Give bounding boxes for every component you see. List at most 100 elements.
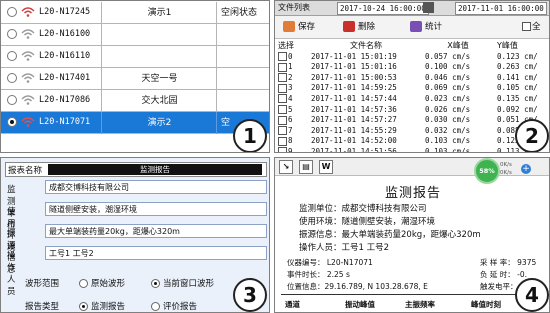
file-toolbar: 保存 删除 统计 全 <box>275 16 549 39</box>
report-line: 振源信息：最大单端装药量20kg，距爆心320m <box>299 230 481 240</box>
x-peak-cell: 0.103 cm/s <box>425 136 471 146</box>
file-name-cell: 2017-11-01 14:51:56 <box>311 146 397 153</box>
report-type-evaluate-radio[interactable]: 评价报告 <box>151 300 197 312</box>
row-checkbox[interactable] <box>278 126 287 136</box>
file-name-cell: 2017-11-01 15:01:19 <box>311 51 397 61</box>
device-radio[interactable] <box>7 29 17 39</box>
device-row[interactable]: L20-N17245 演示1 空闲状态 <box>1 2 269 24</box>
export-icon[interactable]: ↘ <box>279 160 293 174</box>
stats-icon <box>410 21 422 32</box>
row-checkbox[interactable] <box>278 94 287 104</box>
select-all-label: 全 <box>532 22 541 32</box>
device-location: 演示2 <box>101 112 217 134</box>
device-radio[interactable] <box>7 51 17 61</box>
waveform-range-label: 波形范围 <box>25 279 60 289</box>
x-peak-cell: 0.046 cm/s <box>425 72 471 82</box>
file-name-cell: 2017-11-01 14:52:00 <box>311 136 397 146</box>
stats-button[interactable]: 统计 <box>410 20 442 34</box>
date-to-input[interactable]: 2017-11-01 16:00:00 <box>455 2 547 15</box>
table-row[interactable]: 0 2017-11-01 15:01:19 0.057 cm/s 0.123 cm/ <box>275 51 549 63</box>
field-input[interactable]: 隧道侧壁安装，潮湿环境 <box>45 202 267 216</box>
row-checkbox[interactable] <box>278 73 287 83</box>
x-peak-cell: 0.069 cm/s <box>425 83 471 93</box>
device-id: L20-N16110 <box>39 51 91 61</box>
table-row[interactable]: 4 2017-11-01 14:57:44 0.023 cm/s 0.135 cm/ <box>275 94 549 105</box>
device-radio[interactable] <box>7 117 17 127</box>
radio-checked-icon <box>79 302 88 311</box>
table-row[interactable]: 72017-11-01 14:55:290.032 cm/s0.088 cm/ <box>275 126 549 137</box>
file-name-cell: 2017-11-01 15:00:53 <box>311 72 397 82</box>
waveform-window-radio[interactable]: 当前窗口波形 <box>151 277 214 289</box>
panel-number-badge: 3 <box>233 278 267 312</box>
row-checkbox[interactable] <box>278 62 287 72</box>
save-button[interactable]: 保存 <box>283 20 315 34</box>
column-header[interactable]: X峰值 <box>425 41 491 52</box>
waveform-original-radio[interactable]: 原始波形 <box>79 277 125 289</box>
panel-number-badge: 1 <box>233 119 267 152</box>
device-row[interactable]: L20-N17071 演示2 空 <box>1 112 269 134</box>
calendar-icon[interactable] <box>423 2 434 13</box>
file-name-cell: 2017-11-01 14:59:25 <box>311 83 397 93</box>
device-row[interactable]: L20-N16110 <box>1 46 269 68</box>
row-checkbox[interactable] <box>278 105 287 115</box>
sample-rate-text: 采 样 率： 9375 <box>480 258 537 267</box>
download-speed: 0K/s <box>500 170 512 176</box>
file-list-header: 文件列表 2017-10-24 16:00:00 2017-11-01 16:0… <box>275 1 549 16</box>
table-row[interactable]: 1 2017-11-01 15:01:16 0.100 cm/s 0.263 cm/ <box>275 62 549 73</box>
row-checkbox[interactable] <box>278 136 287 146</box>
device-state <box>216 68 269 90</box>
report-line: 监测单位：成都交博科技有限公司 <box>299 204 427 214</box>
device-radio[interactable] <box>7 95 17 105</box>
column-header[interactable]: Y峰值 <box>497 41 549 52</box>
field-label: 操作人员 <box>7 251 16 297</box>
plus-icon[interactable]: + <box>521 164 531 174</box>
device-row[interactable]: L20-N16100 <box>1 24 269 46</box>
delete-icon <box>343 21 355 32</box>
file-name-cell: 2017-11-01 15:01:16 <box>311 62 397 72</box>
device-list-panel: L20-N17245 演示1 空闲状态 L20-N16100 L20-N16110 L20… <box>0 0 270 153</box>
device-location: 演示1 <box>101 2 217 24</box>
report-table-header: 通道 <box>285 300 300 309</box>
report-type-monitor-radio[interactable]: 监测报告 <box>79 300 125 312</box>
field-input[interactable]: 最大单端装药量20kg，距爆心320m <box>45 224 267 238</box>
device-radio[interactable] <box>7 73 17 83</box>
field-input[interactable]: 成都交博科技有限公司 <box>45 180 267 194</box>
device-id: L20-N17071 <box>39 117 91 127</box>
device-row[interactable]: L20-N17401 天空一号 <box>1 68 269 90</box>
row-index: 5 <box>288 104 293 114</box>
table-row[interactable]: 82017-11-01 14:52:000.103 cm/s0.123 cm/ <box>275 136 549 147</box>
row-checkbox[interactable] <box>278 83 287 93</box>
panel-number-badge: 4 <box>515 278 549 312</box>
device-state <box>216 46 269 68</box>
print-icon[interactable]: ▤ <box>299 160 313 174</box>
table-row[interactable]: 9 2017-11-01 14:51:56 0.103 cm/s 0.113 cm/ <box>275 146 549 153</box>
table-row[interactable]: 5 2017-11-01 14:57:36 0.026 cm/s 0.092 cm/ <box>275 104 549 116</box>
select-all-checkbox[interactable]: 全 <box>522 20 541 34</box>
report-name-input[interactable]: 监测报告 <box>48 164 262 175</box>
row-checkbox[interactable] <box>278 115 287 125</box>
field-input[interactable]: 工号1 工号2 <box>45 246 267 260</box>
row-index: 8 <box>288 136 293 146</box>
device-row[interactable]: L20-N17086 交大北园 <box>1 90 269 112</box>
report-type-label: 报告类型 <box>25 302 60 312</box>
stats-label: 统计 <box>425 22 443 32</box>
row-index: 9 <box>288 146 293 153</box>
device-radio[interactable] <box>7 7 17 17</box>
column-header[interactable]: 选择 <box>278 41 308 52</box>
table-row[interactable]: 6 2017-11-01 14:57:27 0.030 cm/s 0.051 cm/ <box>275 115 549 126</box>
negative-delay-text: 负 延 时： -0. <box>480 270 528 279</box>
row-checkbox[interactable] <box>278 52 287 62</box>
date-from-input[interactable]: 2017-10-24 16:00:00 <box>337 2 429 15</box>
waveform-window-label: 当前窗口波形 <box>163 279 215 289</box>
report-name-label: 报表名称 <box>8 166 43 176</box>
word-icon[interactable]: W <box>319 160 333 174</box>
row-index: 6 <box>288 115 293 125</box>
table-row[interactable]: 3 2017-11-01 14:59:25 0.069 cm/s 0.105 cm/ <box>275 83 549 94</box>
delete-button[interactable]: 删除 <box>343 20 375 34</box>
table-row[interactable]: 2 2017-11-01 15:00:53 0.046 cm/s 0.141 cm/ <box>275 72 549 84</box>
column-header[interactable]: 文件名称 <box>311 41 421 52</box>
signal-icon <box>21 51 35 61</box>
row-checkbox[interactable] <box>278 147 287 152</box>
report-preview-panel: ↘ ▤ W 58% 0K/s 0K/s + 监测报告 监测单位：成都交博科技有限… <box>274 157 550 313</box>
report-line: 操作人员：工号1 工号2 <box>299 243 390 253</box>
